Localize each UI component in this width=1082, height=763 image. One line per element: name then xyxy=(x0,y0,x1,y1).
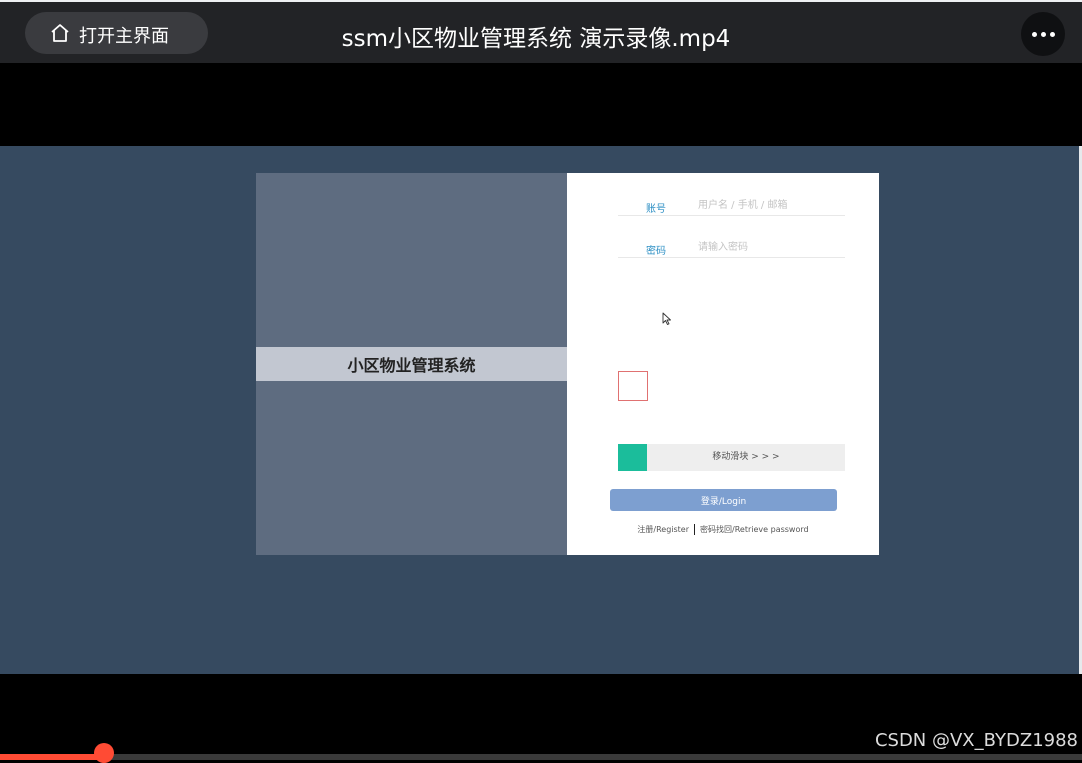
password-label: 密码 xyxy=(646,246,666,257)
captcha-box[interactable] xyxy=(618,371,648,401)
progress-fill xyxy=(0,754,104,760)
account-input[interactable] xyxy=(698,197,843,214)
login-left-panel: 小区物业管理系统 xyxy=(256,173,567,555)
auth-links: 注册/Register 密码找回/Retrieve password xyxy=(567,524,879,535)
progress-bar[interactable] xyxy=(0,743,1082,763)
account-field: 账号 xyxy=(618,173,845,216)
retrieve-password-link[interactable]: 密码找回/Retrieve password xyxy=(700,525,809,534)
login-card: 小区物业管理系统 账号 密码 移动滑块 > > > 登录/Login 注册/Re… xyxy=(256,173,879,555)
more-options-button[interactable] xyxy=(1021,12,1065,56)
progress-handle[interactable] xyxy=(93,743,114,763)
link-divider xyxy=(694,524,696,535)
video-title: ssm小区物业管理系统 演示录像.mp4 xyxy=(341,26,731,52)
slider-handle[interactable] xyxy=(618,444,647,471)
slider-hint: 移动滑块 > > > xyxy=(712,452,780,462)
login-button[interactable]: 登录/Login xyxy=(610,489,837,511)
video-frame: 小区物业管理系统 账号 密码 移动滑块 > > > 登录/Login 注册/Re… xyxy=(0,146,1082,674)
register-link[interactable]: 注册/Register xyxy=(637,525,689,534)
system-title: 小区物业管理系统 xyxy=(256,347,567,381)
more-dots-icon xyxy=(1030,31,1057,37)
password-input[interactable] xyxy=(698,239,843,256)
mouse-cursor-icon xyxy=(662,312,671,325)
password-field: 密码 xyxy=(618,215,845,258)
slide-verify: 移动滑块 > > > xyxy=(618,444,845,471)
login-form-panel: 账号 密码 移动滑块 > > > 登录/Login 注册/Register 密码找… xyxy=(567,173,879,555)
watermark: CSDN @VX_BYDZ1988 xyxy=(874,730,1078,751)
player-top-bar: 打开主界面 ssm小区物业管理系统 演示录像.mp4 xyxy=(0,0,1082,63)
account-label: 账号 xyxy=(646,204,666,215)
